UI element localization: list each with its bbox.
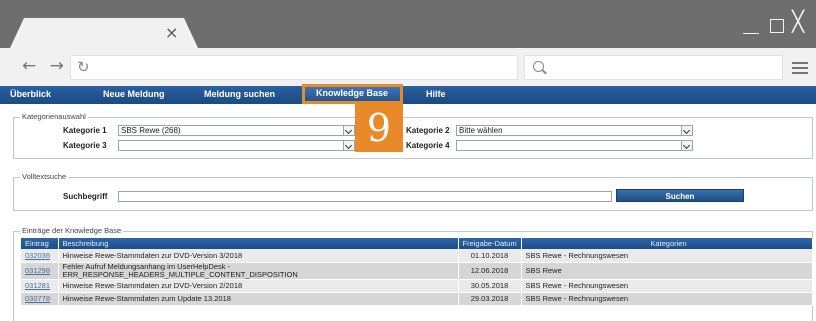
kategorie2-label: Kategorie 2 <box>406 126 450 135</box>
window-maximize-icon[interactable] <box>770 19 784 33</box>
entries-legend: Einträge der Knowledge Base <box>20 226 124 235</box>
kategorie1-label: Kategorie 1 <box>63 126 107 135</box>
column-header[interactable]: Kategorien <box>521 238 813 249</box>
step-number-badge: 9 <box>355 104 403 152</box>
column-header[interactable]: Freigabe-Datum <box>458 238 522 249</box>
search-term-input[interactable] <box>118 191 612 202</box>
window-close-icon[interactable]: ╳ <box>792 11 804 31</box>
address-bar[interactable]: ↻ <box>70 55 518 80</box>
nav-item-neue-meldung[interactable]: Neue Meldung <box>103 89 165 99</box>
entry-description: Hinweise Rewe-Stammdaten zur DVD-Version… <box>58 249 459 263</box>
chevron-down-icon[interactable] <box>681 126 692 135</box>
window-minimize-icon[interactable] <box>743 14 759 36</box>
chevron-down-icon[interactable] <box>681 141 692 150</box>
nav-item-ueberblick[interactable]: Überblick <box>10 89 51 99</box>
table-row[interactable]: 031281 Hinweise Rewe-Stammdaten zur DVD-… <box>21 279 813 293</box>
hamburger-menu-icon[interactable] <box>792 62 808 74</box>
kategorie1-select[interactable]: SBS Rewe (268) <box>118 125 355 136</box>
entry-category: SBS Rewe - Rechnungswesen <box>521 279 813 293</box>
entry-id-link[interactable]: 032036 <box>21 249 59 263</box>
reload-icon[interactable]: ↻ <box>77 58 90 76</box>
entry-date: 29.03.2018 <box>458 292 522 306</box>
app-nav-bar: Überblick Neue Meldung Meldung suchen Hi… <box>0 86 816 104</box>
entry-id-link[interactable]: 030778 <box>21 292 59 306</box>
search-icon <box>533 61 544 72</box>
entry-date: 12.06.2018 <box>458 262 522 280</box>
entry-description: Hinweise Rewe-Stammdaten zur DVD-Version… <box>58 279 459 293</box>
table-row[interactable]: 032036 Hinweise Rewe-Stammdaten zur DVD-… <box>21 249 813 263</box>
nav-item-meldung-suchen[interactable]: Meldung suchen <box>204 89 275 99</box>
entry-description: Fehler Aufruf Meldungsanhang im UserHelp… <box>58 262 459 280</box>
chevron-down-icon[interactable] <box>343 141 354 150</box>
nav-item-knowledge-base[interactable]: Knowledge Base <box>302 84 403 104</box>
entry-id-link[interactable]: 031298 <box>21 262 59 280</box>
browser-tab[interactable]: × <box>10 18 198 48</box>
nav-item-hilfe[interactable]: Hilfe <box>426 89 446 99</box>
browser-toolbar: ← → ↻ <box>0 48 816 86</box>
tab-close-icon[interactable]: × <box>165 25 178 41</box>
entry-id-link[interactable]: 031281 <box>21 279 59 293</box>
kategorie4-select[interactable] <box>456 140 693 151</box>
entry-category: SBS Rewe <box>521 262 813 280</box>
back-forward-icon[interactable]: ← → <box>22 56 68 76</box>
nav-item-label: Knowledge Base <box>316 88 389 98</box>
kategorie4-label: Kategorie 4 <box>406 141 450 150</box>
kategorie2-value: Bitte wählen <box>459 126 503 135</box>
kategorie2-select[interactable]: Bitte wählen <box>456 125 693 136</box>
entry-description: Hinweise Rewe-Stammdaten zum Update 13.2… <box>58 292 459 306</box>
kategorie3-select[interactable] <box>118 140 355 151</box>
entry-category: SBS Rewe - Rechnungswesen <box>521 292 813 306</box>
entry-category: SBS Rewe - Rechnungswesen <box>521 249 813 263</box>
knowledge-base-table: Eintrag Beschreibung Freigabe-Datum Kate… <box>21 238 813 306</box>
browser-titlebar: × ╳ <box>0 0 816 48</box>
chevron-down-icon[interactable] <box>343 126 354 135</box>
column-header[interactable]: Eintrag <box>21 238 59 249</box>
category-fieldset: Kategorienauswahl <box>13 112 813 159</box>
entry-date: 01.10.2018 <box>458 249 522 263</box>
column-header[interactable]: Beschreibung <box>58 238 459 249</box>
table-row[interactable]: 030778 Hinweise Rewe-Stammdaten zum Upda… <box>21 292 813 306</box>
category-legend: Kategorienauswahl <box>20 112 88 121</box>
fulltext-legend: Volltextsuche <box>20 172 69 181</box>
kategorie1-value: SBS Rewe (268) <box>121 126 181 135</box>
entry-date: 30.05.2018 <box>458 279 522 293</box>
table-row[interactable]: 031298 Fehler Aufruf Meldungsanhang im U… <box>21 262 813 280</box>
search-button[interactable]: Suchen <box>616 189 744 202</box>
search-term-label: Suchbegriff <box>63 192 108 201</box>
browser-search-field[interactable] <box>524 55 783 80</box>
kategorie3-label: Kategorie 3 <box>63 141 107 150</box>
